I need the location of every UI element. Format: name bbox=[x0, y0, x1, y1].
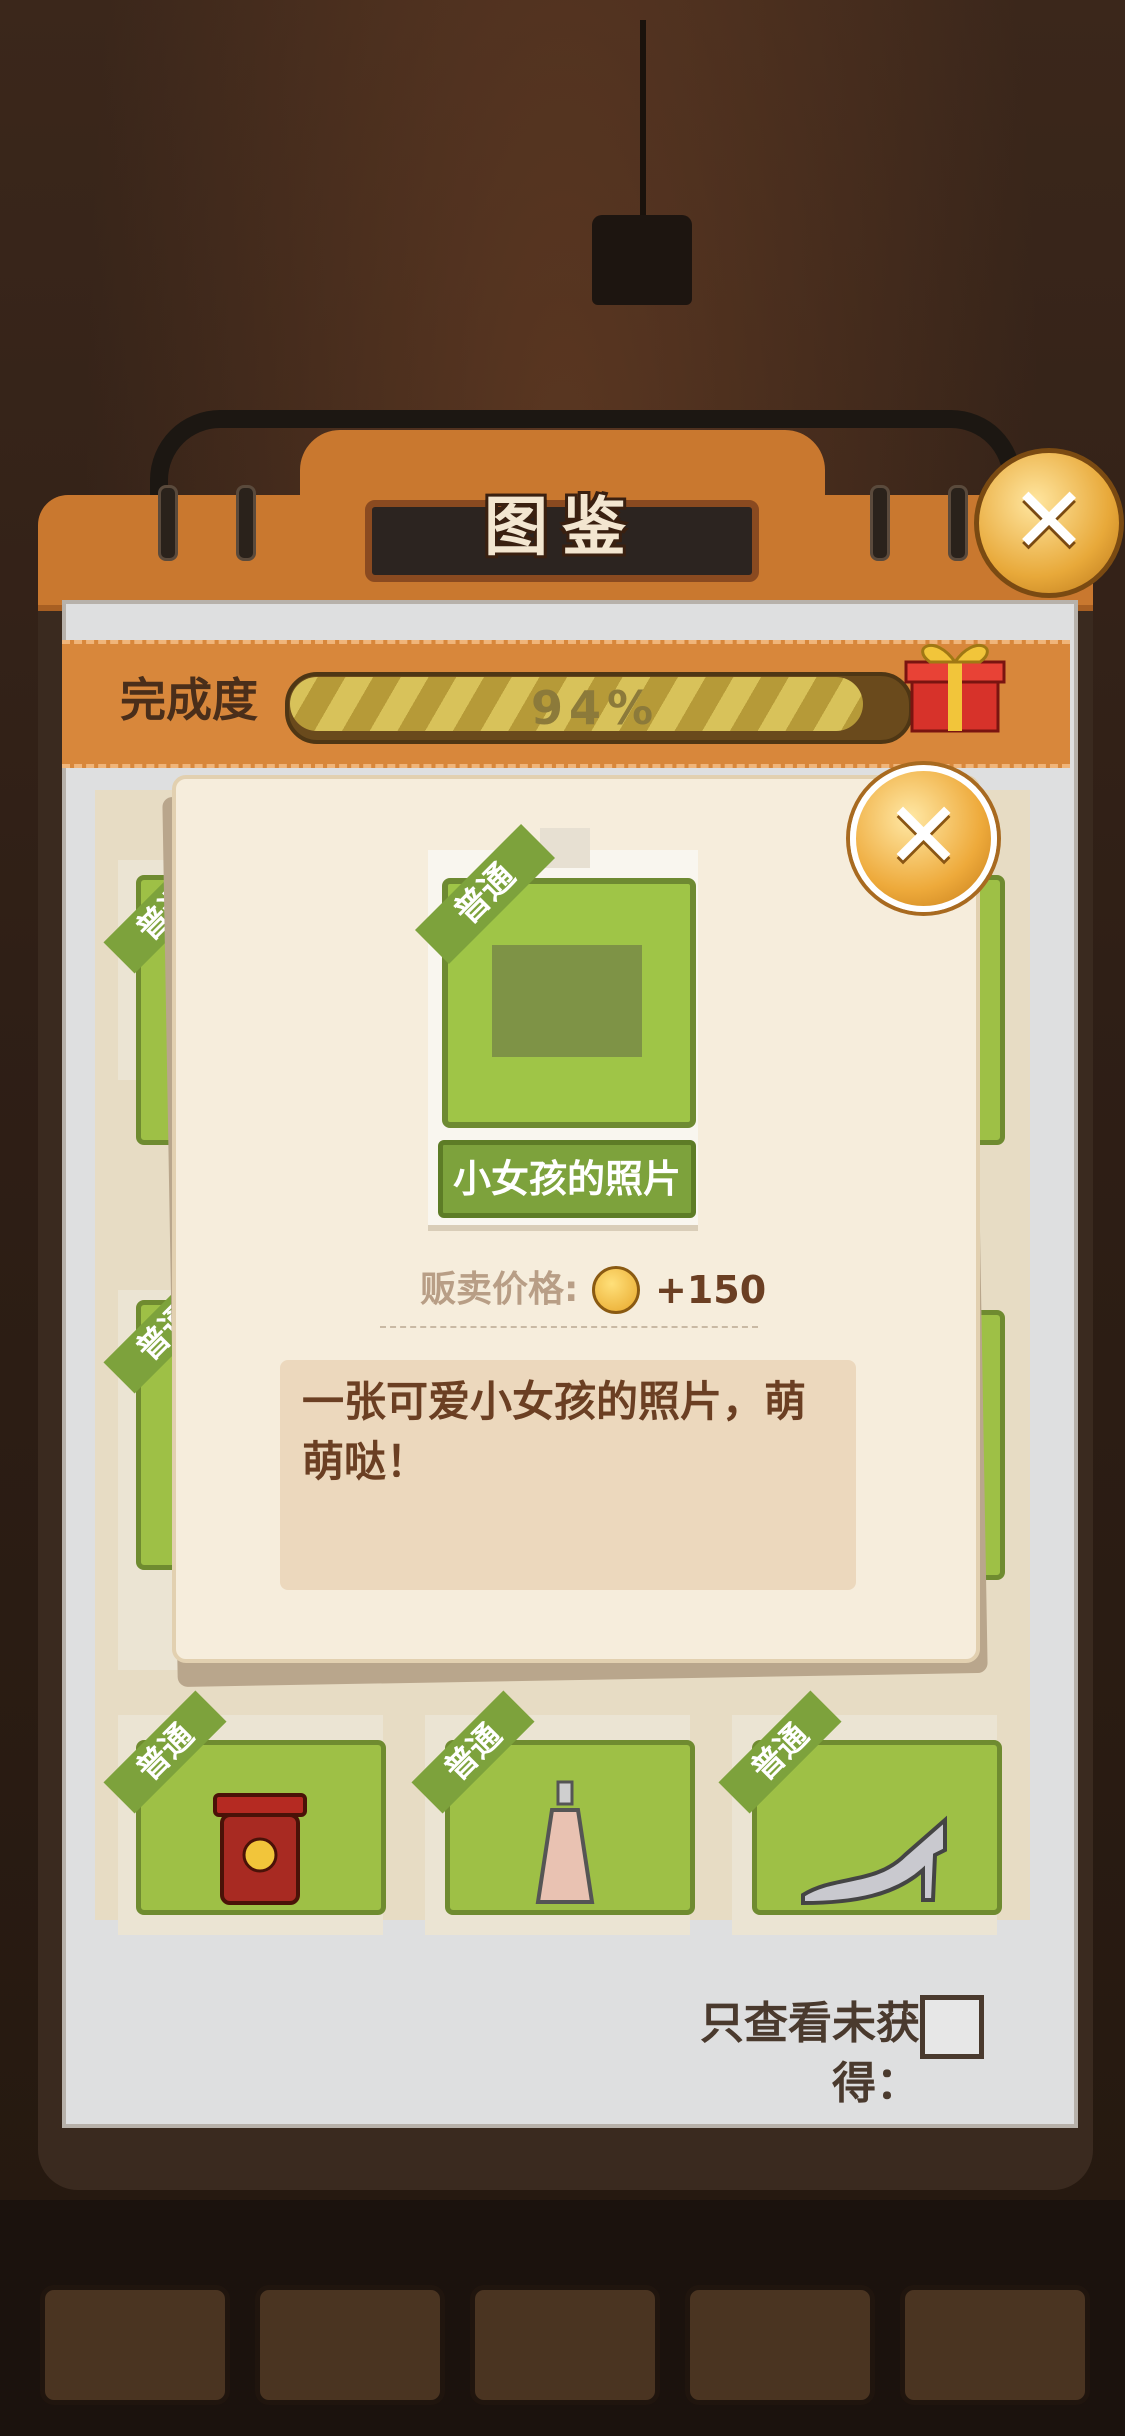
lamp-cord bbox=[640, 20, 646, 220]
jar-icon bbox=[213, 1793, 307, 1905]
page-title: 图鉴 bbox=[484, 491, 640, 565]
binder-ring bbox=[236, 485, 256, 561]
coin-icon bbox=[592, 1266, 640, 1314]
price-label: 贩卖价格: bbox=[420, 1269, 579, 1310]
perfume-bottle-icon bbox=[535, 1780, 595, 1904]
toolbar-slot[interactable] bbox=[685, 2285, 875, 2405]
toolbar-slot[interactable] bbox=[255, 2285, 445, 2405]
ceiling-lamp bbox=[592, 215, 692, 305]
close-icon: ✕ bbox=[1010, 467, 1088, 574]
gift-icon[interactable] bbox=[900, 628, 1010, 738]
close-icon: ✕ bbox=[884, 782, 963, 889]
photo-icon bbox=[492, 945, 642, 1057]
toolbar-slot[interactable] bbox=[470, 2285, 660, 2405]
toolbar-slot[interactable] bbox=[40, 2285, 230, 2405]
binder-ring bbox=[870, 485, 890, 561]
price-value: +150 bbox=[655, 1268, 767, 1312]
item-name: 小女孩的照片 bbox=[452, 1157, 681, 1201]
completion-label: 完成度 bbox=[120, 673, 258, 727]
unobtained-filter-checkbox[interactable] bbox=[920, 1995, 984, 2059]
binder-ring bbox=[948, 485, 968, 561]
modal-close-button[interactable]: ✕ bbox=[850, 765, 997, 912]
completion-percent: 94% bbox=[530, 681, 660, 735]
panel-close-button[interactable]: ✕ bbox=[974, 448, 1124, 598]
toolbar-slot[interactable] bbox=[900, 2285, 1090, 2405]
filter-label: 只查看未获得： bbox=[700, 1998, 920, 2109]
divider bbox=[380, 1326, 758, 1328]
high-heel-icon bbox=[801, 1815, 947, 1905]
item-description: 一张可爱小女孩的照片，萌萌哒！ bbox=[302, 1377, 807, 1486]
binder-ring bbox=[158, 485, 178, 561]
